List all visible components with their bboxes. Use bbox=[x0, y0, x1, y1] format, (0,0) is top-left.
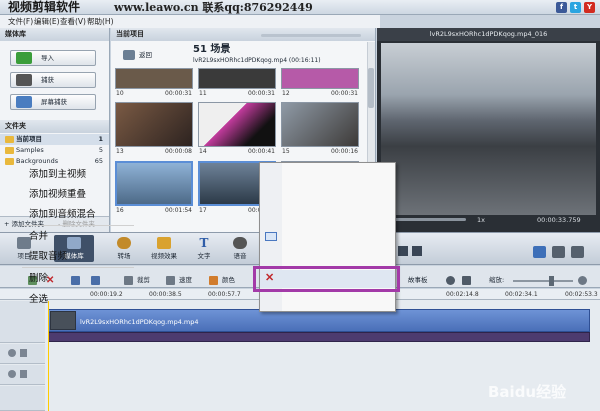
screen-capture-button[interactable]: 屏幕捕获 bbox=[10, 94, 96, 110]
text-tab[interactable]: T 文字 bbox=[184, 235, 224, 262]
scene-thumbnail-12[interactable] bbox=[281, 68, 359, 89]
scene-thumbnail-13[interactable] bbox=[115, 102, 193, 147]
menu-help[interactable]: 帮助(H) bbox=[87, 15, 114, 28]
monitor-icon[interactable] bbox=[533, 246, 546, 258]
back-arrow-icon[interactable] bbox=[123, 50, 135, 60]
ruler-tick-label: 00:02:14.8 bbox=[446, 291, 479, 298]
preview-title: lvR2L9sxHORhc1dPDKqog.mp4_016 bbox=[377, 28, 600, 41]
twitter-icon[interactable]: t bbox=[570, 2, 581, 13]
voice-record-icon[interactable] bbox=[446, 276, 455, 285]
camera-icon bbox=[16, 74, 32, 86]
ruler-tick-label: 00:00:57.7 bbox=[208, 291, 241, 298]
speed-icon[interactable] bbox=[166, 276, 175, 285]
clip-thumbnail bbox=[50, 311, 76, 330]
youtube-icon[interactable]: Y bbox=[584, 2, 595, 13]
monitor-icon bbox=[16, 96, 32, 108]
scene-thumbnail-16[interactable] bbox=[115, 161, 193, 206]
color-icon[interactable] bbox=[209, 276, 218, 285]
stop-icon[interactable] bbox=[412, 246, 422, 256]
audio-track-header bbox=[0, 386, 45, 411]
transition-icon bbox=[117, 237, 131, 249]
thumbnail-size-slider[interactable] bbox=[261, 34, 361, 37]
scrollbar-thumb[interactable] bbox=[368, 68, 374, 108]
zoom-out-icon[interactable] bbox=[578, 276, 587, 285]
menu-select-all[interactable]: 全选 bbox=[29, 294, 48, 306]
text-t-icon: T bbox=[199, 236, 209, 250]
transitions-tab[interactable]: 转场 bbox=[104, 235, 144, 262]
undo-icon[interactable] bbox=[71, 276, 80, 285]
menu-extract-audio[interactable]: 提取音频 bbox=[29, 251, 67, 263]
ruler-tick-label: 00:00:38.5 bbox=[149, 291, 182, 298]
media-library-header: 媒体库 bbox=[0, 28, 109, 41]
playhead[interactable] bbox=[48, 301, 49, 411]
video-effects-tab[interactable]: 视频效果 bbox=[144, 235, 184, 262]
scene-thumbnail-15[interactable] bbox=[281, 102, 359, 147]
delete-highlight-box bbox=[253, 266, 400, 292]
main-video-track-header bbox=[0, 301, 45, 343]
scene-thumbnail-10[interactable] bbox=[115, 68, 193, 89]
baidu-watermark: Baidu经验 bbox=[488, 383, 567, 401]
site-contact-text: www.leawo.cn 联系qq:876292449 bbox=[114, 1, 313, 14]
play-icon[interactable] bbox=[398, 246, 408, 256]
menu-add-to-audio-mix[interactable]: 添加到音频混合 bbox=[29, 209, 96, 221]
scene-source: lvR2L9sxHORhc1dPDKqog.mp4 (00:16:11) bbox=[193, 57, 321, 64]
scene-thumbnail-14[interactable] bbox=[198, 102, 276, 147]
microphone-icon bbox=[233, 237, 247, 249]
fullscreen-icon[interactable] bbox=[571, 246, 584, 258]
folder-icon bbox=[5, 136, 14, 143]
voice-tab[interactable]: 语音 bbox=[220, 235, 260, 262]
folder-backgrounds[interactable]: Backgrounds 65 bbox=[0, 156, 109, 167]
crop-icon[interactable] bbox=[124, 276, 133, 285]
redo-icon[interactable] bbox=[91, 276, 100, 285]
app-title: 视频剪辑软件 bbox=[8, 0, 81, 14]
menu-separator bbox=[22, 267, 134, 268]
menu-file[interactable]: 文件(F) bbox=[8, 15, 33, 28]
plus-icon bbox=[16, 52, 32, 64]
folder-icon bbox=[5, 147, 14, 154]
menu-merge[interactable]: 合并 bbox=[29, 231, 48, 243]
menu-delete[interactable]: 删除 bbox=[29, 273, 48, 285]
zoom-label: 缩放: bbox=[489, 276, 505, 284]
timeline-zoom-slider[interactable] bbox=[513, 280, 573, 282]
capture-button[interactable]: 捕获 bbox=[10, 72, 96, 88]
facebook-icon[interactable]: f bbox=[556, 2, 567, 13]
folder-samples[interactable]: Samples 5 bbox=[0, 145, 109, 156]
lock-icon[interactable] bbox=[20, 370, 27, 378]
export-icon[interactable] bbox=[462, 276, 471, 285]
storyboard-button[interactable]: 故事板 bbox=[408, 276, 428, 285]
eye-icon[interactable] bbox=[8, 349, 16, 357]
menu-add-to-main-video[interactable]: 添加到主视频 bbox=[29, 169, 86, 181]
menu-add-video-overlay[interactable]: 添加视频重叠 bbox=[29, 189, 86, 201]
import-button[interactable]: 导入 bbox=[10, 50, 96, 66]
scene-title: 51 场景 bbox=[193, 44, 231, 55]
crop-button[interactable]: 裁剪 bbox=[137, 276, 150, 285]
video-frame bbox=[381, 43, 596, 215]
preview-panel: lvR2L9sxHORhc1dPDKqog.mp4_016 1x 00:00:3… bbox=[377, 28, 600, 232]
menu-view[interactable]: 查看(V) bbox=[60, 15, 86, 28]
zoom-level: 1x bbox=[477, 216, 485, 224]
menu-separator bbox=[22, 225, 134, 226]
folder-icon bbox=[5, 158, 14, 165]
speed-button[interactable]: 速度 bbox=[179, 276, 192, 285]
zoom-slider-handle[interactable] bbox=[549, 276, 554, 286]
film-icon bbox=[67, 237, 81, 249]
effects-icon bbox=[157, 237, 171, 249]
ruler-tick-label: 00:00:19.2 bbox=[90, 291, 123, 298]
clip-label: lvR2L9sxHORhc1dPDKqog.mp4.mp4 bbox=[80, 318, 199, 326]
menu-edit[interactable]: 编辑(E) bbox=[34, 15, 60, 28]
color-button[interactable]: 颜色 bbox=[222, 276, 235, 285]
back-button[interactable]: 返回 bbox=[139, 51, 152, 59]
media-library-panel: 媒体库 导入 捕获 屏幕捕获 文件夹 当前项目 1 Samples 5 Back… bbox=[0, 28, 110, 232]
eye-icon[interactable] bbox=[8, 370, 16, 378]
clip-audio-waveform bbox=[48, 332, 590, 342]
folder-current-project[interactable]: 当前项目 1 bbox=[0, 134, 109, 145]
timecode: 00:00:33.759 bbox=[537, 216, 581, 224]
snapshot-icon[interactable] bbox=[552, 246, 565, 258]
folders-header: 文件夹 bbox=[0, 120, 109, 133]
scene-thumbnail-11[interactable] bbox=[198, 68, 276, 89]
lock-icon[interactable] bbox=[20, 349, 27, 357]
ruler-tick-label: 00:02:34.1 bbox=[505, 291, 538, 298]
ruler-tick-label: 00:02:53.3 bbox=[565, 291, 598, 298]
merge-icon bbox=[265, 232, 277, 241]
